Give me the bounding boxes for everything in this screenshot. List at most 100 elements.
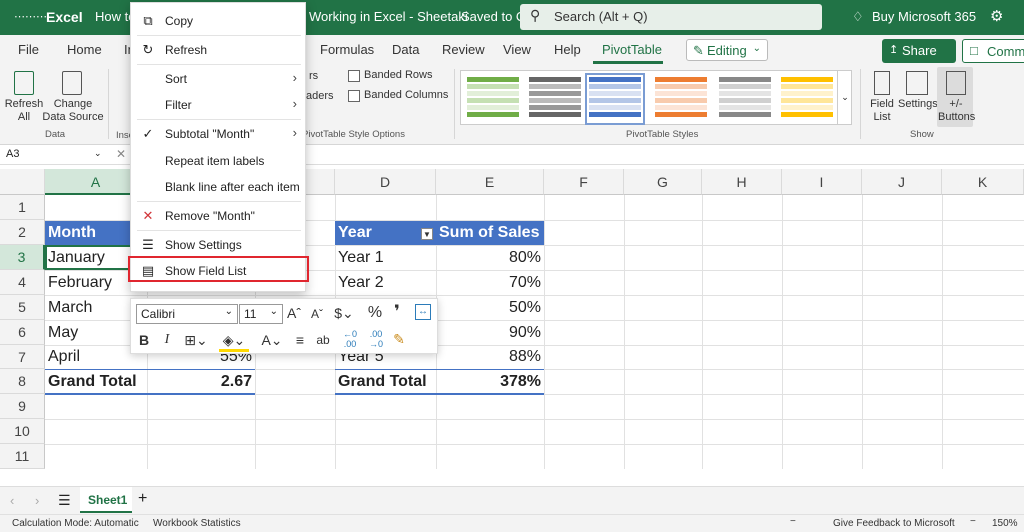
row-header-1[interactable]: 1 (0, 195, 45, 220)
select-all-corner[interactable] (0, 169, 45, 195)
pivot2-header-sales[interactable]: Sum of Sales (436, 221, 544, 245)
share-button[interactable]: ↥ Share (882, 39, 956, 63)
merge-cells-icon[interactable]: ↔ (415, 304, 431, 320)
row-header-8[interactable]: 8 (0, 369, 45, 394)
pivot2-row-value[interactable]: 50% (444, 296, 544, 320)
font-size-select[interactable]: 11 ⌄ (239, 304, 283, 324)
tab-review[interactable]: Review (442, 42, 485, 57)
search-box[interactable]: ⚲ Search (Alt + Q) (520, 4, 822, 30)
pivot1-row-label[interactable]: February (45, 271, 115, 295)
pivot2-row-value[interactable]: 70% (444, 271, 544, 295)
column-header-j[interactable]: J (862, 169, 942, 195)
decrease-font-icon[interactable]: Aˇ (309, 305, 325, 323)
style-orange[interactable] (655, 77, 707, 121)
align-center-icon[interactable]: ≡ (291, 331, 309, 349)
row-header-9[interactable]: 9 (0, 394, 45, 419)
row-header-3[interactable]: 3 (0, 245, 45, 270)
tab-view[interactable]: View (503, 42, 531, 57)
column-header-d[interactable]: D (335, 169, 436, 195)
pivot1-row-label[interactable]: May (45, 321, 81, 345)
pivot2-row-value[interactable]: 88% (444, 345, 544, 369)
percent-format-icon[interactable]: % (367, 304, 383, 322)
pivot1-row-label[interactable]: April (45, 345, 83, 369)
italic-icon[interactable]: I (161, 331, 173, 349)
font-name-select[interactable]: Calibri ⌄ (136, 304, 238, 324)
comma-style-icon[interactable]: ❜ (391, 303, 403, 321)
row-header-6[interactable]: 6 (0, 320, 45, 345)
pivottable-styles-gallery[interactable] (460, 70, 852, 125)
tab-data[interactable]: Data (392, 42, 419, 57)
row-header-2[interactable]: 2 (0, 220, 45, 245)
chevron-right-icon[interactable]: › (35, 493, 39, 508)
menu-item-sort[interactable]: Sort › (131, 66, 307, 92)
row-header-5[interactable]: 5 (0, 295, 45, 320)
all-sheets-menu-icon[interactable]: ☰ (58, 492, 71, 509)
style-blue-selected[interactable] (585, 73, 645, 125)
pivot1-row-label[interactable]: March (45, 296, 95, 320)
row-headers-option[interactable]: rs (309, 70, 318, 83)
tab-help[interactable]: Help (554, 42, 581, 57)
gear-icon[interactable]: ⚙ (990, 7, 1003, 25)
format-painter-icon[interactable]: ✎ (391, 330, 407, 348)
pivot2-row-label[interactable]: Year 2 (335, 271, 387, 295)
font-color-icon[interactable]: A⌄ (257, 331, 287, 349)
row-header-11[interactable]: 11 (0, 444, 45, 469)
chevron-down-icon[interactable]: ⌄ (94, 148, 102, 159)
buy-microsoft-link[interactable]: Buy Microsoft 365 (872, 9, 976, 24)
chevron-left-icon[interactable]: ‹ (10, 493, 14, 508)
column-headers-option[interactable]: aders (306, 90, 334, 103)
menu-item-filter[interactable]: Filter › (131, 92, 307, 118)
row-header-10[interactable]: 10 (0, 419, 45, 444)
menu-item-subtotal[interactable]: ✓ Subtotal "Month" › (131, 121, 307, 147)
style-gray[interactable] (529, 77, 581, 121)
pivot2-row-value[interactable]: 90% (444, 321, 544, 345)
column-header-i[interactable]: I (782, 169, 862, 195)
change-data-source-button[interactable]: Change Data Source (42, 98, 104, 124)
styles-more-button[interactable]: ⌄ (837, 70, 852, 125)
zoom-level[interactable]: 150% (992, 518, 1018, 529)
decrease-decimal-icon[interactable]: .00 →0 (365, 329, 387, 349)
fill-color-icon[interactable]: ◈⌄ (219, 331, 249, 352)
menu-item-remove[interactable]: ✕ Remove "Month" (131, 203, 307, 229)
tab-pivottable[interactable]: PivotTable (602, 42, 662, 57)
menu-item-repeat-labels[interactable]: Repeat item labels (131, 148, 307, 174)
sheet-tab-sheet1[interactable]: Sheet1 (80, 487, 132, 513)
menu-item-show-settings[interactable]: ☰ Show Settings (131, 232, 307, 258)
app-launcher-icon[interactable]: ⋯⋯⋯ (14, 10, 47, 23)
tab-formulas[interactable]: Formulas (320, 42, 374, 57)
comments-button[interactable]: □ Comments (962, 39, 1024, 63)
banded-rows-checkbox[interactable] (348, 70, 360, 82)
filter-dropdown-icon[interactable]: ▼ (421, 228, 433, 240)
workbook-stats[interactable]: Workbook Statistics (153, 518, 241, 529)
column-header-g[interactable]: G (624, 169, 702, 195)
pivot2-total-value[interactable]: 378% (444, 370, 544, 394)
pivot1-total-label[interactable]: Grand Total (45, 370, 140, 394)
menu-item-refresh[interactable]: ↻ Refresh (131, 37, 307, 63)
wrap-text-icon[interactable]: ab (315, 331, 331, 349)
refresh-all-button[interactable]: Refresh All (4, 98, 44, 124)
pivot2-row-value[interactable]: 80% (444, 246, 544, 270)
name-box[interactable]: A3 (6, 148, 19, 160)
row-header-7[interactable]: 7 (0, 345, 45, 369)
banded-columns-checkbox[interactable] (348, 90, 360, 102)
style-green[interactable] (467, 77, 519, 121)
menu-item-blank-line[interactable]: Blank line after each item (131, 174, 307, 200)
menu-item-copy[interactable]: ⧉ Copy (131, 8, 307, 34)
style-gold[interactable] (781, 77, 833, 121)
increase-decimal-icon[interactable]: ←0.00 (339, 329, 361, 349)
editing-mode-button[interactable]: ✎ Editing ⌄ (686, 39, 768, 61)
feedback-link[interactable]: Give Feedback to Microsoft (833, 518, 955, 529)
field-list-button[interactable]: Field List (868, 98, 896, 124)
pivot1-total-value[interactable]: 2.67 (185, 370, 255, 394)
pivot2-row-label[interactable]: Year 1 (335, 246, 387, 270)
cancel-icon[interactable]: ✕ (116, 147, 126, 161)
increase-font-icon[interactable]: Aˆ (286, 304, 302, 322)
doc-title-cont[interactable]: Working in Excel - Sheetaki (309, 9, 468, 24)
pivot2-total-label[interactable]: Grand Total (335, 370, 430, 394)
add-sheet-icon[interactable]: + (138, 490, 147, 508)
plus-minus-buttons-toggle[interactable]: +/- Buttons (938, 98, 975, 124)
zoom-out-icon[interactable]: − (790, 516, 796, 527)
tab-home[interactable]: Home (67, 42, 102, 57)
style-silver[interactable] (719, 77, 771, 121)
tab-file[interactable]: File (18, 42, 39, 57)
